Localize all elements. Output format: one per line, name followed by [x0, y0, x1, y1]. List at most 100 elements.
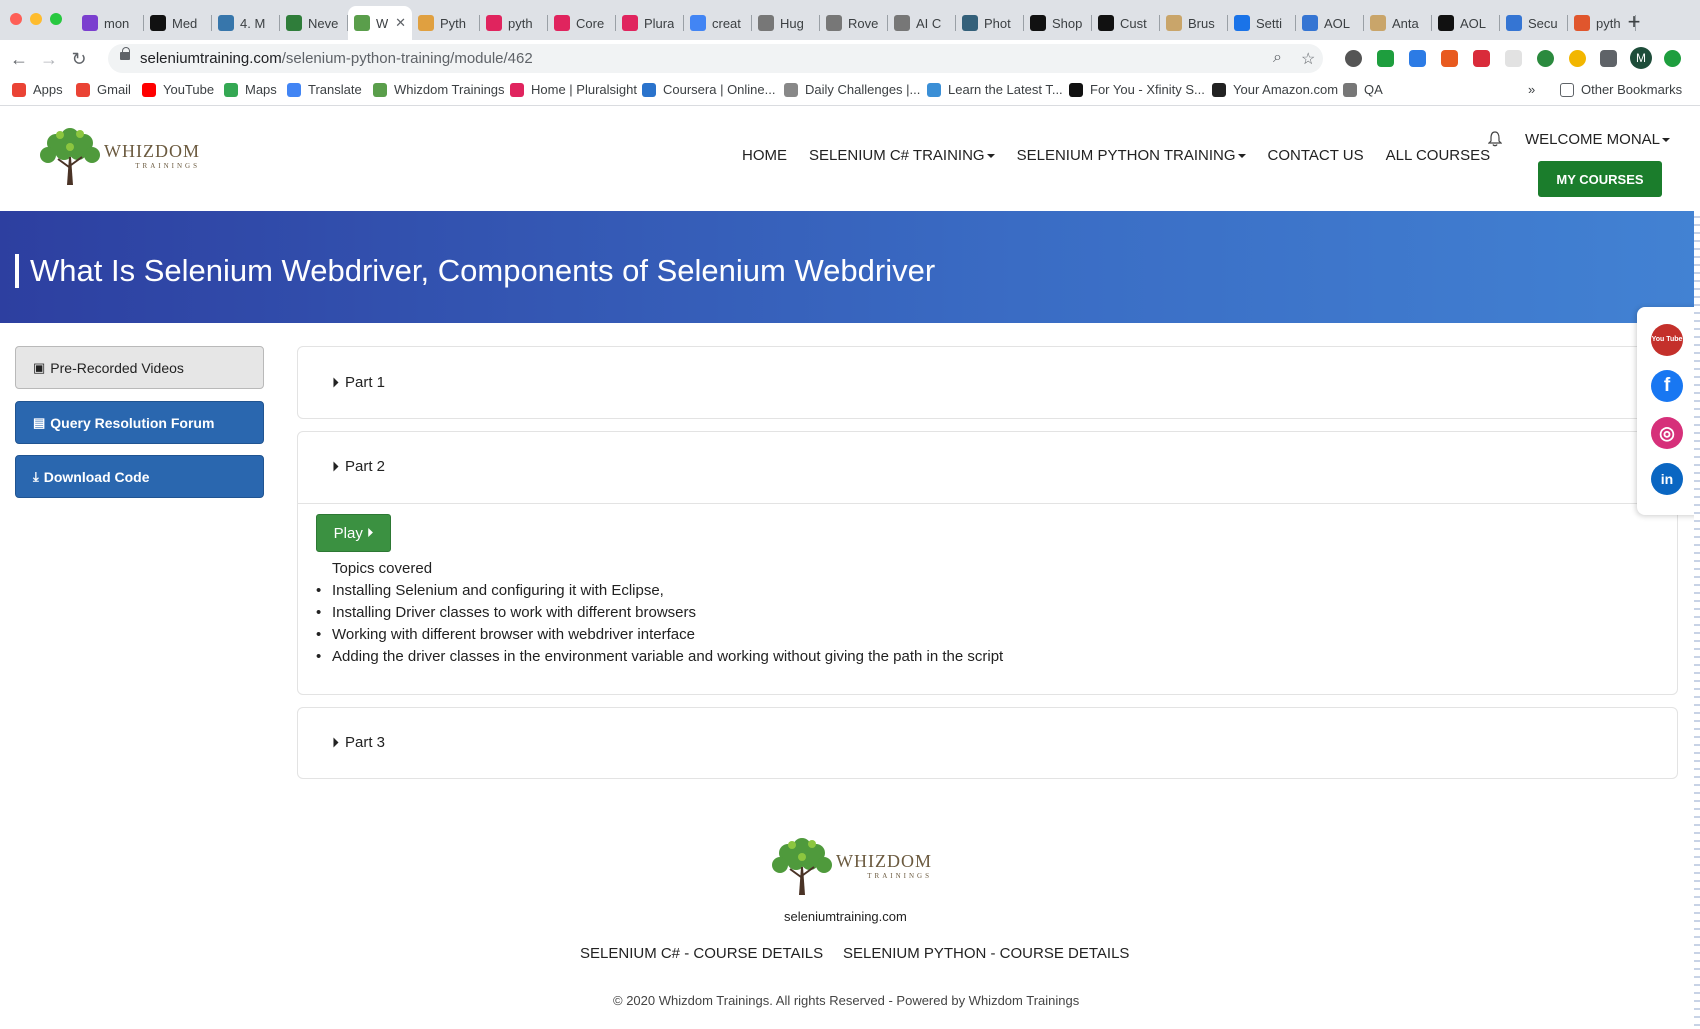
- extension-icon-5[interactable]: [1473, 50, 1490, 67]
- browser-tab[interactable]: creat: [684, 6, 752, 40]
- browser-tab[interactable]: Setti: [1228, 6, 1296, 40]
- address-bar[interactable]: seleniumtraining.com/selenium-python-tra…: [108, 44, 1323, 73]
- bookmark-favicon-icon: [142, 82, 156, 97]
- browser-tab[interactable]: Med: [144, 6, 212, 40]
- nav-item[interactable]: ALL COURSES: [1386, 147, 1490, 164]
- part-1-header[interactable]: ⏵ Part 1: [332, 374, 385, 391]
- bookmark-favicon-icon: [12, 82, 26, 97]
- download-code-button[interactable]: ⤓ Download Code: [15, 455, 264, 498]
- browser-tab[interactable]: AOL: [1296, 6, 1364, 40]
- browser-tab[interactable]: Phot: [956, 6, 1024, 40]
- puzzle-icon[interactable]: [1600, 50, 1617, 67]
- nav-item[interactable]: HOME: [742, 147, 787, 164]
- bookmark-item[interactable]: Coursera | Online...: [642, 82, 775, 97]
- youtube-icon[interactable]: You Tube: [1651, 324, 1683, 356]
- part-2-header[interactable]: ⏵ Part 2: [332, 458, 385, 475]
- nav-item[interactable]: SELENIUM PYTHON TRAINING: [1017, 147, 1246, 164]
- bookmark-star-icon[interactable]: ☆: [1301, 49, 1315, 69]
- bookmark-item[interactable]: Gmail: [76, 82, 131, 97]
- pre-recorded-videos-button[interactable]: ▣ Pre-Recorded Videos: [15, 346, 264, 389]
- bookmark-item[interactable]: Translate: [287, 82, 362, 97]
- bookmark-item[interactable]: Maps: [224, 82, 277, 97]
- bookmark-label: Translate: [308, 82, 362, 97]
- linkedin-icon[interactable]: in: [1651, 463, 1683, 495]
- part-3-panel[interactable]: ⏵ Part 3: [297, 707, 1678, 779]
- tab-favicon-icon: [758, 15, 774, 31]
- play-button[interactable]: Play ⏵: [316, 514, 391, 552]
- welcome-dropdown[interactable]: WELCOME MONAL: [1525, 131, 1671, 148]
- tab-label: Plura: [644, 15, 675, 31]
- window-minimize-button[interactable]: [30, 13, 42, 25]
- nav-item[interactable]: SELENIUM C# TRAINING: [809, 147, 995, 164]
- tab-label: Pyth: [440, 15, 467, 31]
- bookmark-favicon-icon: [1212, 82, 1226, 97]
- update-icon[interactable]: [1664, 50, 1681, 67]
- nav-item[interactable]: CONTACT US: [1268, 147, 1364, 164]
- footer-link-csharp[interactable]: SELENIUM C# - COURSE DETAILS: [580, 945, 823, 962]
- browser-tab[interactable]: AOL: [1432, 6, 1500, 40]
- other-bookmarks[interactable]: Other Bookmarks: [1560, 82, 1682, 97]
- extension-icon-4[interactable]: [1441, 50, 1458, 67]
- browser-tab[interactable]: Plura: [616, 6, 684, 40]
- part-1-panel[interactable]: ⏵ Part 1: [297, 346, 1678, 419]
- bookmark-item[interactable]: Learn the Latest T...: [927, 82, 1063, 97]
- part-3-header[interactable]: ⏵ Part 3: [332, 734, 385, 751]
- extension-icon-6[interactable]: [1505, 50, 1522, 67]
- bookmark-item[interactable]: Whizdom Trainings: [373, 82, 505, 97]
- back-arrow-icon[interactable]: ←: [6, 46, 32, 72]
- instagram-icon[interactable]: ◎: [1651, 417, 1683, 449]
- browser-tab[interactable]: Rove: [820, 6, 888, 40]
- browser-tab[interactable]: Neve: [280, 6, 348, 40]
- browser-tab[interactable]: Shop: [1024, 6, 1092, 40]
- bookmark-item[interactable]: Your Amazon.com: [1212, 82, 1338, 97]
- browser-tab[interactable]: Core: [548, 6, 616, 40]
- site-logo[interactable]: WHIZDOM TRAININGS: [36, 123, 200, 187]
- bookmark-item[interactable]: YouTube: [142, 82, 214, 97]
- reload-icon[interactable]: ↻: [66, 46, 92, 72]
- extension-icon-8[interactable]: [1569, 50, 1586, 67]
- browser-tab[interactable]: W ✕: [348, 6, 412, 40]
- extension-icon-7[interactable]: [1537, 50, 1554, 67]
- my-courses-button[interactable]: MY COURSES: [1538, 161, 1662, 197]
- forward-arrow-icon[interactable]: →: [36, 46, 62, 72]
- profile-avatar[interactable]: M: [1630, 47, 1652, 69]
- download-icon: ⤓: [33, 468, 39, 484]
- browser-tab[interactable]: Secu: [1500, 6, 1568, 40]
- extension-icon-3[interactable]: [1409, 50, 1426, 67]
- extension-icon-1[interactable]: [1345, 50, 1362, 67]
- tab-favicon-icon: [1438, 15, 1454, 31]
- bookmark-item[interactable]: For You - Xfinity S...: [1069, 82, 1205, 97]
- bookmark-item[interactable]: Apps: [12, 82, 63, 97]
- browser-tab[interactable]: Hug: [752, 6, 820, 40]
- tab-label: AOL: [1460, 15, 1487, 31]
- browser-tab[interactable]: Pyth: [412, 6, 480, 40]
- bell-icon[interactable]: [1488, 131, 1502, 147]
- facebook-icon[interactable]: f: [1651, 370, 1683, 402]
- bookmark-label: Home | Pluralsight: [531, 82, 637, 97]
- browser-tab[interactable]: pyth: [480, 6, 548, 40]
- topic-item: Installing Selenium and configuring it w…: [316, 582, 1003, 604]
- query-resolution-forum-button[interactable]: ▤ Query Resolution Forum: [15, 401, 264, 444]
- browser-tab[interactable]: AI C: [888, 6, 956, 40]
- browser-tab[interactable]: 4. M: [212, 6, 280, 40]
- bookmark-item[interactable]: Home | Pluralsight: [510, 82, 637, 97]
- bookmark-item[interactable]: QA: [1343, 82, 1383, 97]
- tab-close-icon[interactable]: ✕: [395, 15, 406, 31]
- tree-logo-icon: [40, 128, 100, 185]
- bookmarks-more-button[interactable]: »: [1528, 82, 1535, 97]
- window-zoom-button[interactable]: [50, 13, 62, 25]
- bookmark-item[interactable]: Daily Challenges |...: [784, 82, 920, 97]
- new-tab-button[interactable]: +: [1620, 8, 1648, 36]
- footer-link-python[interactable]: SELENIUM PYTHON - COURSE DETAILS: [843, 945, 1129, 962]
- play-circle-icon: ⏵: [332, 374, 339, 390]
- browser-tab[interactable]: Anta: [1364, 6, 1432, 40]
- topic-item: Installing Driver classes to work with d…: [316, 604, 1003, 626]
- extension-icon-2[interactable]: [1377, 50, 1394, 67]
- window-close-button[interactable]: [10, 13, 22, 25]
- browser-tab[interactable]: mon: [76, 6, 144, 40]
- bookmarks-bar: » Other Bookmarks Apps Gmail YouTube Maps Tr…: [0, 76, 1700, 106]
- browser-tab[interactable]: Brus: [1160, 6, 1228, 40]
- bookmark-label: QA: [1364, 82, 1383, 97]
- zoom-icon[interactable]: ⌕: [1273, 49, 1282, 67]
- browser-tab[interactable]: Cust: [1092, 6, 1160, 40]
